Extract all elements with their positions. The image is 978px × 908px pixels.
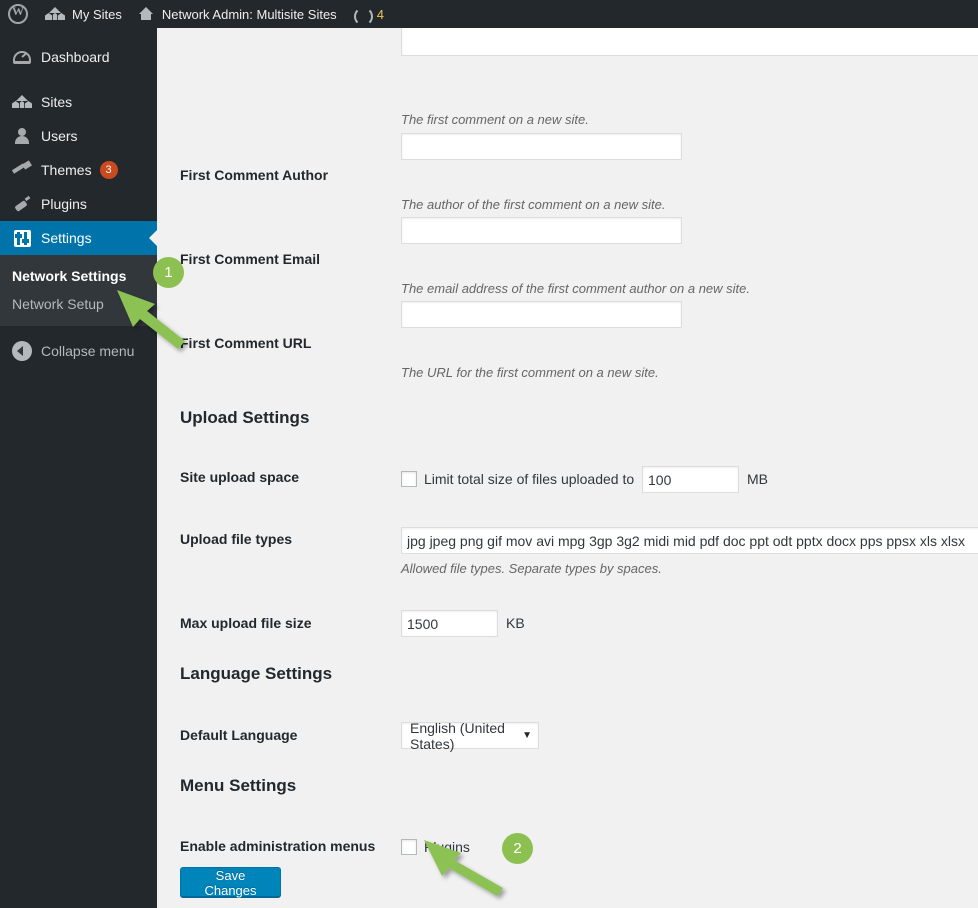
max-upload-file-size-input[interactable] <box>401 610 498 637</box>
sidebar-item-dashboard[interactable]: Dashboard <box>0 40 157 74</box>
plugins-plug-icon <box>12 196 32 212</box>
max-upload-file-size-unit: KB <box>506 615 525 631</box>
sidebar-item-label: Plugins <box>41 196 87 212</box>
limit-upload-space-label: Limit total size of files uploaded to <box>424 471 634 487</box>
default-language-select[interactable]: English (United States) ▼ <box>401 722 539 749</box>
collapse-menu-label: Collapse menu <box>41 343 134 359</box>
updates-count: 4 <box>377 7 384 22</box>
network-admin-label: Network Admin: Multisite Sites <box>162 7 337 22</box>
enable-administration-menus-label: Enable administration menus <box>180 838 375 854</box>
first-comment-email-input[interactable] <box>401 217 682 244</box>
language-settings-heading: Language Settings <box>180 664 332 684</box>
sidebar-item-label: Dashboard <box>41 49 110 65</box>
sidebar-item-themes[interactable]: Themes 3 <box>0 153 157 187</box>
multisite-house-icon <box>45 7 65 21</box>
menu-settings-heading: Menu Settings <box>180 776 296 796</box>
settings-sliders-icon <box>12 230 32 247</box>
sidebar-item-users[interactable]: Users <box>0 119 157 153</box>
save-changes-button[interactable]: Save Changes <box>180 867 281 897</box>
updates-menu[interactable]: 4 <box>345 0 392 28</box>
sidebar-item-label: Sites <box>41 94 72 110</box>
wordpress-logo-icon <box>8 4 28 24</box>
sidebar-item-label: Settings <box>41 230 92 246</box>
sidebar-item-label: Themes <box>41 162 92 178</box>
sidebar-item-network-setup[interactable]: Network Setup <box>0 290 157 318</box>
plugins-menu-checkbox[interactable] <box>401 839 417 855</box>
sidebar-item-sites[interactable]: Sites <box>0 85 157 119</box>
network-admin-menu[interactable]: Network Admin: Multisite Sites <box>130 0 345 28</box>
first-comment-author-input[interactable] <box>401 133 682 160</box>
first-comment-description: The first comment on a new site. <box>401 112 589 127</box>
wordpress-logo-menu[interactable] <box>0 0 37 28</box>
collapse-arrow-icon <box>12 341 32 361</box>
update-arrows-icon <box>353 6 370 23</box>
upload-space-unit: MB <box>747 471 768 487</box>
dashboard-icon <box>12 51 32 64</box>
themes-brush-icon <box>12 162 32 178</box>
upload-space-size-input[interactable] <box>642 466 739 493</box>
sidebar-divider <box>0 74 157 85</box>
first-comment-author-label: First Comment Author <box>180 167 328 183</box>
default-language-label: Default Language <box>180 727 297 743</box>
limit-upload-space-checkbox[interactable] <box>401 471 417 487</box>
upload-file-types-label: Upload file types <box>180 531 292 547</box>
house-icon <box>138 7 155 21</box>
default-language-value: English (United States) <box>410 720 522 752</box>
first-comment-email-label: First Comment Email <box>180 251 320 267</box>
sidebar-item-label: Users <box>41 128 78 144</box>
wordpress-network-settings-screen: My Sites Network Admin: Multisite Sites … <box>0 0 978 908</box>
themes-update-badge: 3 <box>100 161 118 179</box>
settings-form-content: The first comment on a new site. First C… <box>157 28 978 908</box>
upload-file-types-input[interactable] <box>401 527 978 554</box>
first-comment-url-input[interactable] <box>401 301 682 328</box>
my-sites-menu[interactable]: My Sites <box>37 0 130 28</box>
sidebar-item-plugins[interactable]: Plugins <box>0 187 157 221</box>
upload-file-types-description: Allowed file types. Separate types by sp… <box>401 561 662 576</box>
first-comment-url-description: The URL for the first comment on a new s… <box>401 365 659 380</box>
sidebar-item-network-settings[interactable]: Network Settings <box>0 262 157 290</box>
first-comment-email-description: The email address of the first comment a… <box>401 281 750 296</box>
chevron-down-icon: ▼ <box>522 730 532 741</box>
max-upload-file-size-label: Max upload file size <box>180 615 311 631</box>
admin-bar: My Sites Network Admin: Multisite Sites … <box>0 0 978 28</box>
upload-settings-heading: Upload Settings <box>180 408 309 428</box>
plugins-menu-checkbox-label: Plugins <box>424 839 470 855</box>
first-comment-url-label: First Comment URL <box>180 335 311 351</box>
sidebar-item-settings[interactable]: Settings <box>0 221 157 255</box>
settings-submenu: Network Settings Network Setup <box>0 255 157 326</box>
collapse-menu-button[interactable]: Collapse menu <box>0 334 157 368</box>
admin-sidebar: Dashboard Sites Users Themes 3 Plugins S… <box>0 28 157 908</box>
sites-icon <box>12 95 32 109</box>
first-comment-author-description: The author of the first comment on a new… <box>401 197 665 212</box>
users-icon <box>12 128 32 144</box>
my-sites-label: My Sites <box>72 7 122 22</box>
site-upload-space-label: Site upload space <box>180 469 299 485</box>
